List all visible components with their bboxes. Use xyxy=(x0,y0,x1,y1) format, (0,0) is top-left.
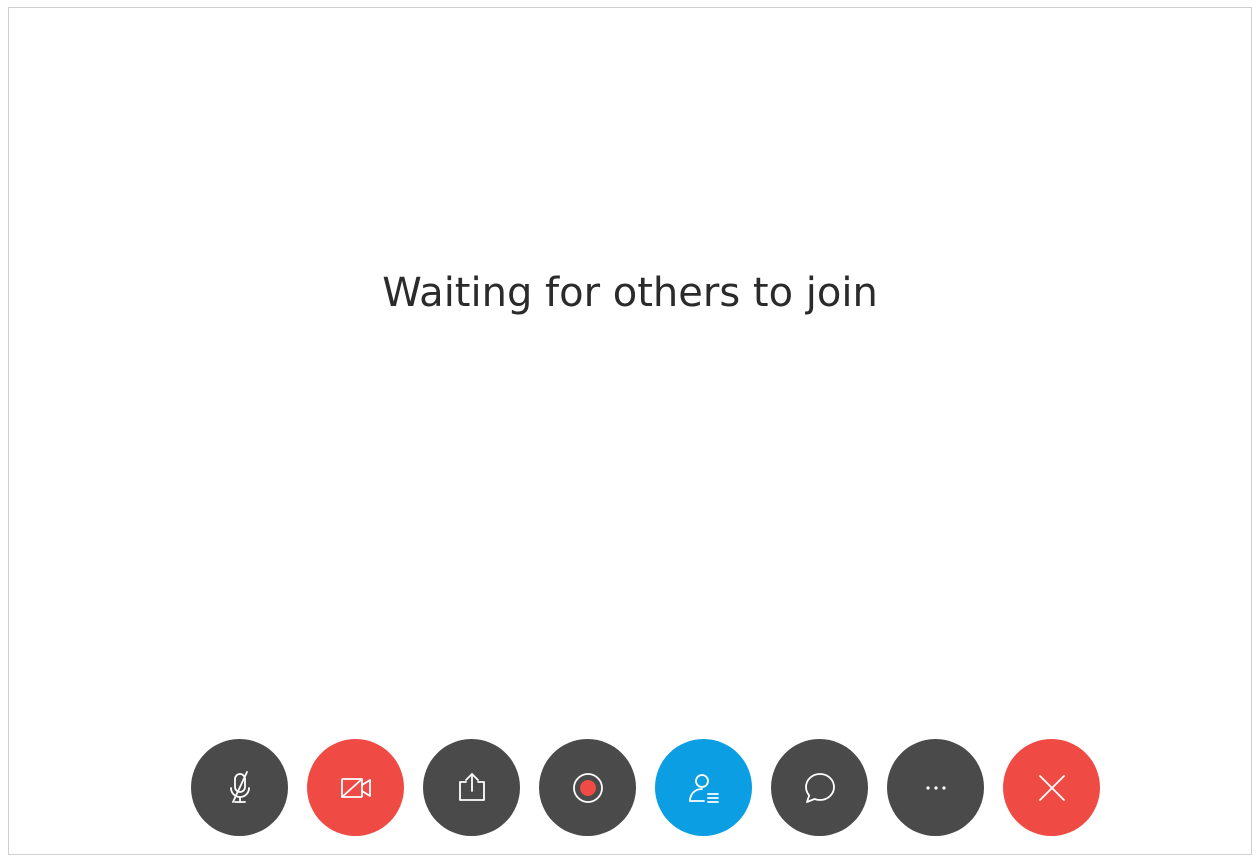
more-options-icon xyxy=(916,768,956,808)
more-options-button[interactable] xyxy=(887,739,984,836)
microphone-muted-icon xyxy=(220,768,260,808)
participants-icon xyxy=(684,768,724,808)
record-icon xyxy=(568,768,608,808)
participants-button[interactable] xyxy=(655,739,752,836)
share-button[interactable] xyxy=(423,739,520,836)
meeting-window: Waiting for others to join xyxy=(8,7,1252,855)
share-upload-icon xyxy=(452,768,492,808)
meeting-controls-bar xyxy=(191,739,1100,836)
waiting-status-text: Waiting for others to join xyxy=(382,270,878,316)
video-button[interactable] xyxy=(307,739,404,836)
close-icon xyxy=(1032,768,1072,808)
leave-meeting-button[interactable] xyxy=(1003,739,1100,836)
chat-bubble-icon xyxy=(800,768,840,808)
record-button[interactable] xyxy=(539,739,636,836)
mute-button[interactable] xyxy=(191,739,288,836)
video-off-icon xyxy=(336,768,376,808)
chat-button[interactable] xyxy=(771,739,868,836)
